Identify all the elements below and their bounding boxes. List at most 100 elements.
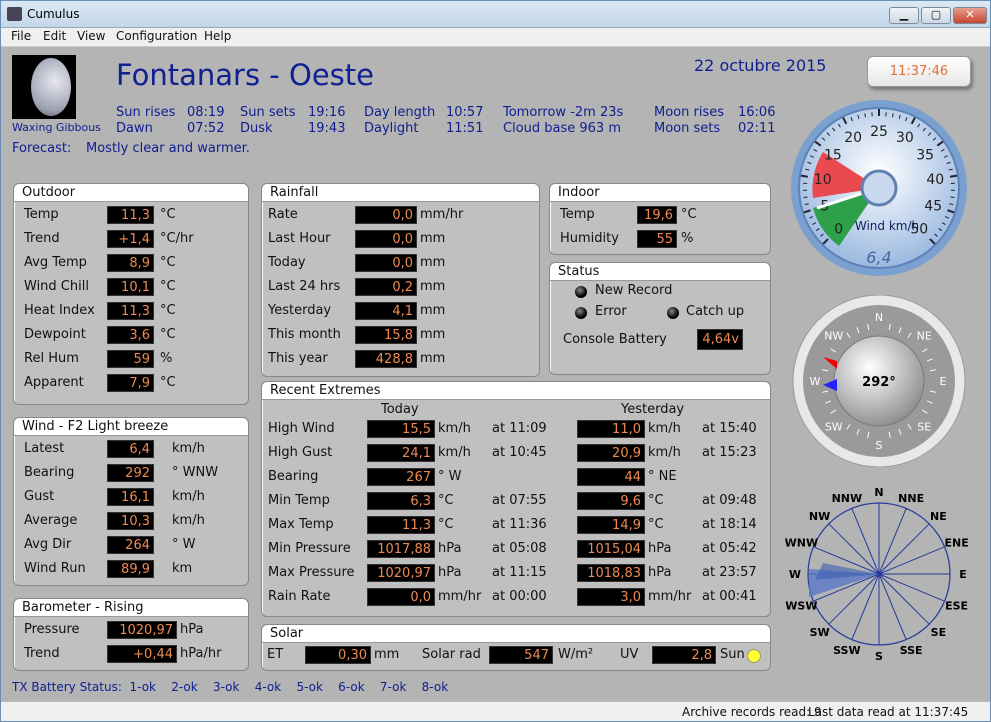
solar-rad-label: Solar rad <box>422 647 481 662</box>
menu-view[interactable]: View <box>77 29 105 43</box>
extreme-today-unit: ° W <box>438 469 462 484</box>
new-record-led <box>575 286 587 298</box>
row-label: Last Hour <box>268 231 331 246</box>
gauge-tick <box>950 196 955 199</box>
extreme-yesterday-time: at 00:41 <box>702 589 757 604</box>
row-label: Rate <box>268 207 298 222</box>
row-unit: ° WNW <box>172 465 219 480</box>
wind-rose-point-label: ESE <box>945 599 968 612</box>
wind-title: Wind - F2 Light breeze <box>14 418 248 436</box>
extreme-yesterday-value: 14,9 <box>577 516 645 534</box>
row-unit: °C <box>160 279 176 294</box>
row-label: Last 24 hrs <box>268 279 341 294</box>
row-unit: hPa/hr <box>180 646 222 661</box>
row-unit: mm <box>420 231 446 246</box>
row-value: 16,1 <box>107 488 154 506</box>
extreme-today-value: 24,1 <box>367 444 435 462</box>
outdoor-panel: Outdoor Temp 11,3 °C Trend +1,4 °C/hr Avg Temp… <box>13 183 249 405</box>
extreme-yesterday-time: at 23:57 <box>702 565 757 580</box>
et-label: ET <box>267 647 284 662</box>
catch-up-led <box>667 307 679 319</box>
row-unit: °C <box>160 303 176 318</box>
rainfall-title: Rainfall <box>262 184 539 202</box>
row-value: 89,9 <box>107 560 154 578</box>
barometer-title: Barometer - Rising <box>14 599 248 617</box>
extreme-yesterday-time: at 15:40 <box>702 421 757 436</box>
compass-point-label: W <box>810 375 821 388</box>
row-unit: °C <box>681 207 697 222</box>
row-value: 1020,97 <box>107 621 177 639</box>
compass-point-label: S <box>876 439 883 452</box>
row-label: Latest <box>24 441 65 456</box>
row-unit: ° W <box>172 537 196 552</box>
extreme-today-time: at 00:00 <box>492 589 547 604</box>
gauge-tick-label: 15 <box>824 147 842 163</box>
compass-point-label: SE <box>917 420 931 433</box>
extreme-yesterday-unit: mm/hr <box>648 589 692 604</box>
row-label: Bearing <box>24 465 75 480</box>
wind-rose-point-label: SE <box>931 626 946 639</box>
moon-rises-label: Moon rises <box>654 105 724 120</box>
maximize-button[interactable]: ▢ <box>921 7 951 24</box>
extreme-label: Bearing <box>268 469 319 484</box>
wind-rose-point-label: NNE <box>898 492 924 505</box>
compass-point-label: E <box>940 375 947 388</box>
wind-speed-gauge: 05101520253035404550 Wind km/h 6,4 <box>791 100 967 276</box>
menu-edit[interactable]: Edit <box>43 29 66 43</box>
title-bar: Cumulus ▁ ▢ ✕ <box>1 1 990 28</box>
status-panel: Status New Record Error Catch up Console… <box>549 262 771 375</box>
extreme-yesterday-time: at 05:42 <box>702 541 757 556</box>
wind-rose-point-label: W <box>789 568 801 581</box>
row-unit: % <box>160 351 173 366</box>
row-label: Pressure <box>24 622 80 637</box>
app-window: Cumulus ▁ ▢ ✕ File Edit View Configurati… <box>0 0 991 722</box>
extreme-label: Max Pressure <box>268 565 355 580</box>
extreme-today-unit: mm/hr <box>438 589 482 604</box>
row-label: Wind Run <box>24 561 86 576</box>
extreme-label: Min Pressure <box>268 541 351 556</box>
extreme-yesterday-value: 44 <box>577 468 645 486</box>
row-label: Temp <box>24 207 59 222</box>
dusk-label: Dusk <box>240 121 273 136</box>
menu-help[interactable]: Help <box>204 29 231 43</box>
row-value: 55 <box>637 230 677 248</box>
extreme-yesterday-value: 9,6 <box>577 492 645 510</box>
row-label: This year <box>268 351 328 366</box>
recent-extremes-panel: Recent Extremes Today Yesterday High Win… <box>261 381 771 617</box>
row-unit: km/h <box>172 513 205 528</box>
app-icon <box>7 7 22 21</box>
wind-rose-point-label: ENE <box>944 537 968 550</box>
wind-panel: Wind - F2 Light breeze Latest 6,4 km/h Bear… <box>13 417 249 586</box>
row-label: Yesterday <box>268 303 332 318</box>
wind-rose-point-label: NNW <box>832 492 863 505</box>
row-label: Heat Index <box>24 303 95 318</box>
wind-rose-point-label: NE <box>930 510 947 523</box>
uv-value: 2,8 <box>652 646 716 664</box>
extreme-yesterday-unit: °C <box>648 493 664 508</box>
row-unit: mm/hr <box>420 207 464 222</box>
row-label: Rel Hum <box>24 351 79 366</box>
catch-up-label: Catch up <box>686 304 745 319</box>
row-unit: °C/hr <box>160 231 194 246</box>
minimize-button[interactable]: ▁ <box>889 7 919 24</box>
dusk-value: 19:43 <box>308 121 346 136</box>
row-value: 59 <box>107 350 154 368</box>
yesterday-header: Yesterday <box>621 402 685 417</box>
wind-rose-point-label: N <box>874 486 883 499</box>
extremes-title: Recent Extremes <box>262 382 770 400</box>
extreme-today-unit: km/h <box>438 445 471 460</box>
cloud-base-text: Cloud base 963 m <box>503 121 621 136</box>
extreme-yesterday-time: at 18:14 <box>702 517 757 532</box>
menu-file[interactable]: File <box>11 29 31 43</box>
close-button[interactable]: ✕ <box>953 7 987 24</box>
gauge-tick-label: 10 <box>814 172 832 188</box>
compass-point-label: SW <box>825 420 843 433</box>
row-value: 292 <box>107 464 154 482</box>
row-value: 10,1 <box>107 278 154 296</box>
menu-configuration[interactable]: Configuration <box>116 29 197 43</box>
extreme-today-value: 267 <box>367 468 435 486</box>
row-unit: mm <box>420 303 446 318</box>
extreme-today-time: at 05:08 <box>492 541 547 556</box>
compass-point-label: NE <box>917 330 932 343</box>
row-label: Wind Chill <box>24 279 89 294</box>
